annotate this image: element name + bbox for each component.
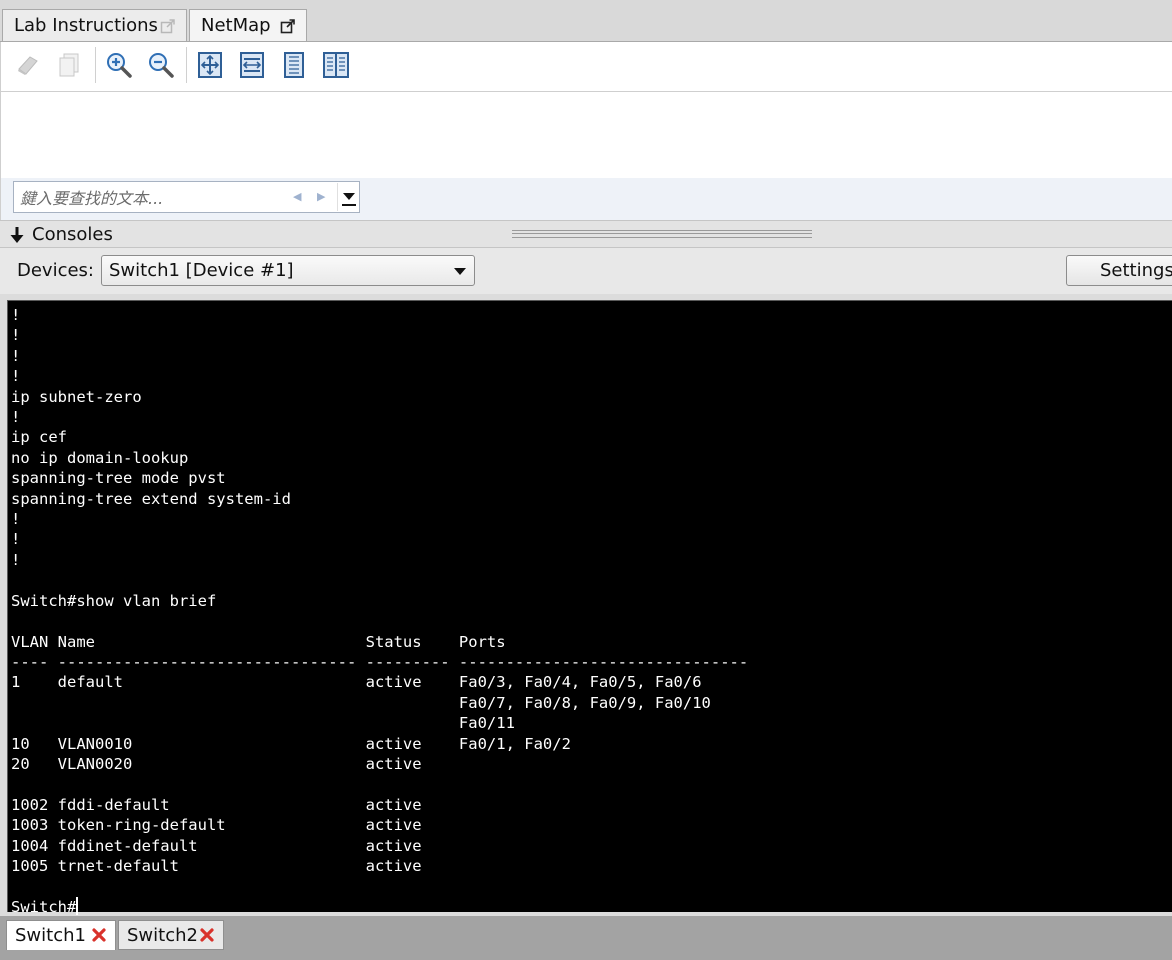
terminal-line: !: [11, 306, 21, 324]
terminal-line: no ip domain-lookup: [11, 448, 189, 467]
find-input[interactable]: [20, 186, 285, 210]
terminal-line: !: [11, 510, 21, 529]
terminal-line: 1002 fddi-default active: [11, 795, 422, 814]
close-icon[interactable]: [199, 927, 215, 943]
terminal-line: !: [11, 530, 21, 549]
tab-label: Lab Instructions: [14, 15, 158, 36]
devices-row: Devices: Switch1 [Device #1] Settings...: [0, 248, 1172, 294]
copy-button[interactable]: [54, 50, 84, 80]
top-tab-bar: Lab Instructions NetMap: [0, 0, 1172, 42]
terminal-line: !: [11, 346, 21, 365]
terminal-line: !: [11, 367, 21, 386]
terminal-output: !!!! ip subnet-zero! ip cef no ip domain-lo…: [11, 305, 748, 917]
tab-netmap[interactable]: NetMap: [189, 9, 307, 41]
zoom-in-icon: [107, 53, 132, 78]
terminal-line: Fa0/11: [11, 714, 515, 733]
tab-label: NetMap: [201, 15, 271, 36]
terminal-line: ip cef: [11, 428, 67, 447]
single-page-icon: [284, 52, 304, 78]
fit-page-button[interactable]: [195, 50, 225, 80]
terminal-line: !: [11, 408, 21, 427]
zoom-out-icon: [149, 53, 174, 78]
terminal-line: Switch#show vlan brief: [11, 591, 217, 610]
external-link-icon[interactable]: [160, 18, 176, 34]
terminal-line: 1003 token-ring-default active: [11, 816, 422, 835]
settings-button[interactable]: Settings...: [1066, 255, 1172, 286]
console-tab-switch1[interactable]: Switch1: [6, 920, 116, 950]
document-content-area: [0, 92, 1172, 178]
resize-grip[interactable]: [512, 230, 812, 238]
toolbar-separator: [186, 47, 187, 83]
fit-width-icon: [240, 52, 264, 78]
terminal-line: 1 default active Fa0/3, Fa0/4, Fa0/5, Fa…: [11, 673, 702, 692]
consoles-header[interactable]: Consoles: [0, 220, 1172, 248]
devices-label: Devices:: [17, 260, 95, 281]
console-tab-bar: Switch1 Switch2: [0, 916, 1172, 960]
console-tab-label: Switch2: [127, 924, 198, 946]
zoom-in-button[interactable]: [104, 50, 134, 80]
text-cursor: [76, 896, 79, 915]
terminal-line: Fa0/7, Fa0/8, Fa0/9, Fa0/10: [11, 693, 711, 712]
find-next-icon[interactable]: ▶: [317, 190, 325, 203]
tab-lab-instructions[interactable]: Lab Instructions: [2, 9, 187, 41]
terminal-line: !: [11, 550, 21, 569]
terminal-line: 1005 trnet-default active: [11, 856, 422, 875]
terminal-frame: !!!! ip subnet-zero! ip cef no ip domain-lo…: [0, 294, 1172, 916]
dropdown-underline: [342, 204, 356, 206]
fit-width-button[interactable]: [237, 50, 267, 80]
toolbar: [0, 42, 1172, 92]
print-icon: [18, 56, 38, 75]
chevron-down-icon: [454, 268, 466, 275]
terminal-line: !: [11, 326, 21, 345]
external-link-icon[interactable]: [280, 18, 296, 34]
device-select[interactable]: Switch1 [Device #1]: [101, 255, 475, 286]
terminal-line: ---- -------------------------------- --…: [11, 652, 749, 671]
arrow-down-icon[interactable]: [9, 226, 25, 244]
console-tab-label: Switch1: [15, 925, 86, 946]
find-bar: ◀ ▶: [0, 178, 1172, 220]
terminal-line: ip subnet-zero: [11, 387, 142, 406]
chevron-down-icon: [343, 193, 355, 200]
terminal-line: 20 VLAN0020 active: [11, 754, 422, 773]
two-page-icon: [323, 52, 349, 78]
device-select-value: Switch1 [Device #1]: [109, 260, 294, 281]
fit-page-icon: [198, 52, 222, 78]
single-page-button[interactable]: [279, 50, 309, 80]
print-button[interactable]: [13, 50, 43, 80]
consoles-title: Consoles: [32, 224, 113, 245]
find-options-dropdown[interactable]: [337, 183, 359, 211]
terminal-line: VLAN Name Status Ports: [11, 632, 506, 651]
find-box: ◀ ▶: [13, 181, 360, 213]
terminal-console[interactable]: !!!! ip subnet-zero! ip cef no ip domain-lo…: [7, 300, 1172, 916]
toolbar-separator: [95, 47, 96, 83]
close-icon[interactable]: [91, 927, 107, 943]
terminal-line: spanning-tree mode pvst: [11, 469, 226, 488]
copy-icon: [59, 53, 79, 77]
zoom-out-button[interactable]: [146, 50, 176, 80]
console-tab-switch2[interactable]: Switch2: [118, 920, 224, 950]
terminal-line: spanning-tree extend system-id: [11, 489, 291, 508]
find-previous-icon[interactable]: ◀: [293, 190, 301, 203]
two-page-button[interactable]: [321, 50, 351, 80]
terminal-line: 1004 fddinet-default active: [11, 836, 422, 855]
terminal-line: 10 VLAN0010 active Fa0/1, Fa0/2: [11, 734, 571, 753]
terminal-prompt: Switch#: [11, 897, 77, 916]
terminal-prompt-line: Switch#: [11, 896, 748, 917]
